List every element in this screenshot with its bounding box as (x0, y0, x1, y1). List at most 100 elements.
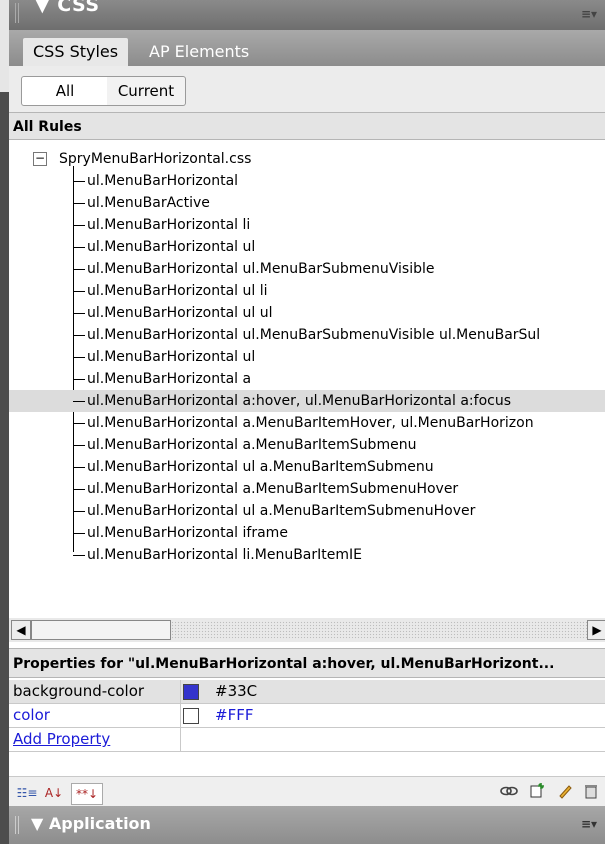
css-toolbar: ☷≡ A↓ **↓ (9, 776, 605, 807)
properties-heading: Properties for "ul.MenuBarHorizontal a:h… (9, 648, 605, 678)
edit-style-icon[interactable] (555, 783, 575, 803)
rule-label[interactable]: ul.MenuBarHorizontal ul (87, 346, 255, 368)
tree-branch-line (73, 313, 85, 314)
tree-branch-line (73, 335, 85, 336)
rule-label[interactable]: ul.MenuBarHorizontal ul li (87, 280, 268, 302)
alphabetical-view-icon[interactable]: A↓ (43, 783, 65, 803)
scrollbar-track[interactable] (171, 621, 587, 639)
tree-branch-line (73, 203, 85, 204)
tree-branch-line (73, 423, 85, 424)
tab-css-styles[interactable]: CSS Styles (23, 38, 129, 66)
rule-item[interactable]: ul.MenuBarHorizontal a.MenuBarItemSubmen… (9, 434, 605, 456)
rule-item[interactable]: ul.MenuBarHorizontal (9, 170, 605, 192)
tree-branch-line (73, 291, 85, 292)
rule-label[interactable]: ul.MenuBarActive (87, 192, 210, 214)
tree-branch-line (73, 445, 85, 446)
rule-label[interactable]: ul.MenuBarHorizontal iframe (87, 522, 288, 544)
rule-item[interactable]: ul.MenuBarHorizontal a.MenuBarItemSubmen… (9, 478, 605, 500)
color-swatch[interactable] (183, 708, 199, 724)
property-row-color[interactable]: color #FFF (9, 704, 605, 728)
rule-label[interactable]: ul.MenuBarHorizontal ul a.MenuBarItemSub… (87, 500, 475, 522)
tree-branch-line (73, 269, 85, 270)
rule-label[interactable]: ul.MenuBarHorizontal (87, 170, 238, 192)
rule-label[interactable]: ul.MenuBarHorizontal a (87, 368, 251, 390)
rule-label[interactable]: ul.MenuBarHorizontal a.MenuBarItemSubmen… (87, 478, 458, 500)
window-left-edge-dark (0, 92, 9, 844)
delete-icon[interactable] (581, 783, 601, 803)
panel-tabbar: CSS Styles AP Elements (9, 30, 605, 66)
tree-branch-line (73, 489, 85, 490)
horizontal-scrollbar[interactable]: ◀ ▶ (9, 618, 605, 642)
rule-label[interactable]: ul.MenuBarHorizontal ul.MenuBarSubmenuVi… (87, 324, 540, 346)
tree-branch-line (73, 511, 85, 512)
property-name[interactable]: background-color (9, 680, 181, 703)
rule-item[interactable]: ul.MenuBarHorizontal ul (9, 236, 605, 258)
tree-branch-line (73, 379, 85, 380)
rules-tree[interactable]: − SpryMenuBarHorizontal.css ul.MenuBarHo… (9, 140, 605, 618)
tree-branch-line (73, 555, 85, 556)
panel-options-menu-icon[interactable]: ≡▾ (581, 8, 599, 20)
scroll-left-icon[interactable]: ◀ (11, 620, 31, 640)
set-properties-view-icon[interactable]: **↓ (71, 783, 103, 805)
rule-item[interactable]: ul.MenuBarHorizontal ul (9, 346, 605, 368)
add-property-link[interactable]: Add Property (9, 728, 181, 751)
all-mode-button[interactable]: All (21, 76, 109, 106)
property-name[interactable]: color (9, 704, 181, 727)
properties-table: background-color #33C color #FFF Add Pro… (9, 680, 605, 752)
panel-grip-icon[interactable] (15, 3, 21, 23)
rule-item[interactable]: ul.MenuBarActive (9, 192, 605, 214)
tree-branch-line (73, 181, 85, 182)
css-panel: ▼ CSS ≡▾ CSS Styles AP Elements All Curr… (9, 0, 605, 844)
window-left-edge (0, 0, 9, 844)
panel-grip-icon[interactable] (15, 816, 21, 834)
panel-options-menu-icon[interactable]: ≡▾ (581, 818, 599, 830)
rule-label[interactable]: ul.MenuBarHorizontal ul ul (87, 302, 273, 324)
category-view-icon[interactable]: ☷≡ (15, 783, 39, 803)
current-mode-button[interactable]: Current (107, 76, 186, 106)
tree-branch-line (73, 225, 85, 226)
tree-branch-line (73, 401, 85, 402)
css-panel-titlebar[interactable]: ▼ CSS ≡▾ (9, 0, 605, 30)
all-rules-heading: All Rules (9, 112, 605, 140)
view-mode-bar: All Current (9, 66, 605, 112)
new-rule-icon[interactable] (527, 783, 547, 803)
css-panel-title[interactable]: ▼ CSS (35, 0, 100, 16)
rule-label[interactable]: ul.MenuBarHorizontal li (87, 214, 250, 236)
tree-branch-line (73, 467, 85, 468)
color-swatch[interactable] (183, 684, 199, 700)
property-row-background-color[interactable]: background-color #33C (9, 680, 605, 704)
stylesheet-label[interactable]: SpryMenuBarHorizontal.css (59, 148, 251, 170)
property-value-text[interactable]: #FFF (215, 704, 253, 727)
rule-item[interactable]: ul.MenuBarHorizontal ul ul (9, 302, 605, 324)
tree-branch-line (73, 357, 85, 358)
rule-item[interactable]: ul.MenuBarHorizontal ul a.MenuBarItemSub… (9, 500, 605, 522)
application-panel-titlebar[interactable]: ▼ Application ≡▾ (9, 806, 605, 844)
rule-label[interactable]: ul.MenuBarHorizontal a.MenuBarItemHover,… (87, 412, 534, 434)
collapse-icon[interactable]: − (33, 152, 47, 166)
rule-item[interactable]: ul.MenuBarHorizontal ul li (9, 280, 605, 302)
scrollbar-thumb[interactable] (31, 620, 171, 640)
rule-item[interactable]: ul.MenuBarHorizontal ul a.MenuBarItemSub… (9, 456, 605, 478)
rule-label[interactable]: ul.MenuBarHorizontal a:hover, ul.MenuBar… (87, 390, 511, 412)
rule-item[interactable]: ul.MenuBarHorizontal li (9, 214, 605, 236)
rule-label[interactable]: ul.MenuBarHorizontal li.MenuBarItemIE (87, 544, 362, 566)
rule-label[interactable]: ul.MenuBarHorizontal ul (87, 236, 255, 258)
rule-item[interactable]: ul.MenuBarHorizontal li.MenuBarItemIE (9, 544, 605, 566)
add-property-row[interactable]: Add Property (9, 728, 605, 752)
attach-stylesheet-icon[interactable] (499, 783, 519, 803)
rule-item[interactable]: ul.MenuBarHorizontal a (9, 368, 605, 390)
scroll-right-icon[interactable]: ▶ (587, 620, 605, 640)
tab-ap-elements[interactable]: AP Elements (139, 38, 259, 66)
rule-item[interactable]: ul.MenuBarHorizontal a:hover, ul.MenuBar… (9, 390, 605, 412)
property-value-text[interactable]: #33C (215, 680, 257, 703)
rule-item[interactable]: ul.MenuBarHorizontal ul.MenuBarSubmenuVi… (9, 324, 605, 346)
rule-label[interactable]: ul.MenuBarHorizontal ul.MenuBarSubmenuVi… (87, 258, 435, 280)
application-panel-title[interactable]: ▼ Application (31, 814, 151, 833)
tree-branch-line (73, 533, 85, 534)
rule-item[interactable]: ul.MenuBarHorizontal iframe (9, 522, 605, 544)
rule-item[interactable]: ul.MenuBarHorizontal a.MenuBarItemHover,… (9, 412, 605, 434)
rule-item[interactable]: ul.MenuBarHorizontal ul.MenuBarSubmenuVi… (9, 258, 605, 280)
rule-label[interactable]: ul.MenuBarHorizontal ul a.MenuBarItemSub… (87, 456, 434, 478)
tree-branch-line (73, 247, 85, 248)
rule-label[interactable]: ul.MenuBarHorizontal a.MenuBarItemSubmen… (87, 434, 416, 456)
